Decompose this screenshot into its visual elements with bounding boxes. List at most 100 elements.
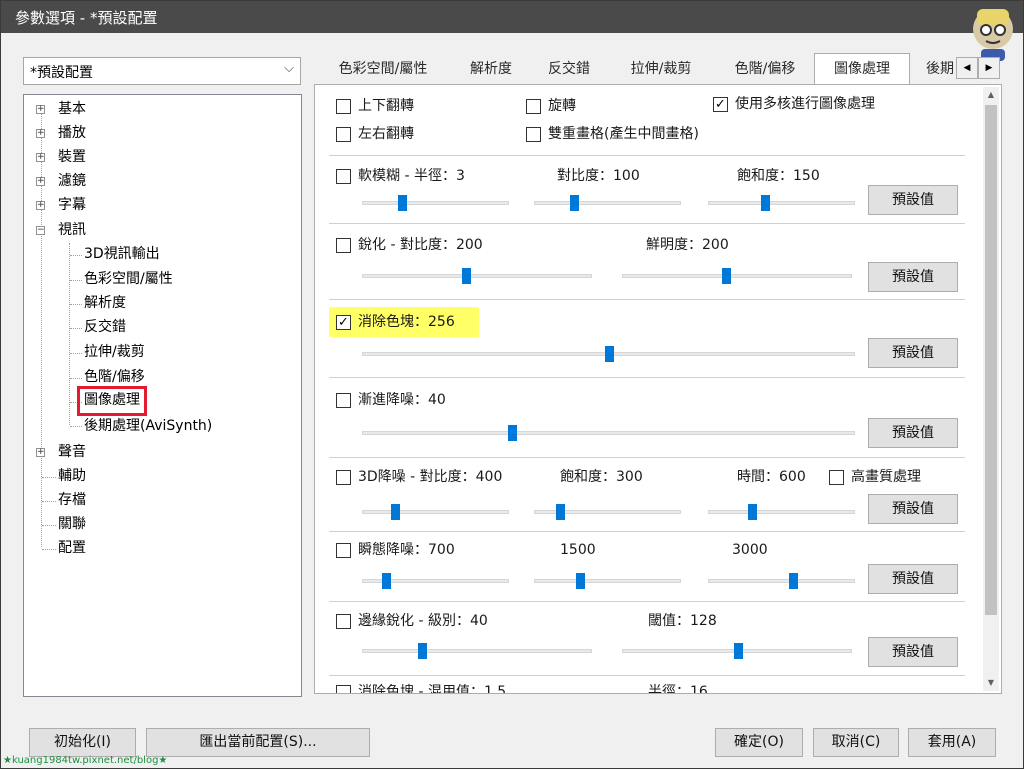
slider-thumb[interactable] (382, 573, 391, 589)
slider-thumb[interactable] (761, 195, 770, 211)
slider-thumb[interactable] (605, 346, 614, 362)
denoise-slider[interactable] (362, 425, 855, 441)
export-config-button[interactable]: 匯出當前配置(S)... (146, 728, 370, 757)
expand-icon[interactable]: + (36, 153, 45, 162)
sharpen-clarity-slider[interactable] (622, 268, 852, 284)
instant-default-button[interactable]: 預設值 (868, 564, 958, 594)
denoise-checkbox[interactable] (336, 393, 351, 408)
edge-checkbox[interactable] (336, 614, 351, 629)
panel-scrollbar[interactable]: ▲ ▼ (983, 87, 999, 691)
sharpen-checkbox[interactable] (336, 238, 351, 253)
tree-item-deinterlace[interactable]: 反交錯 (84, 316, 126, 340)
deblock-default-button[interactable]: 預設值 (868, 338, 958, 368)
tab-image-processing[interactable]: 圖像處理 (814, 53, 910, 85)
collapse-icon[interactable]: − (36, 226, 45, 235)
tab-levels[interactable]: 色階/偏移 (720, 57, 810, 84)
deblock-slider[interactable] (362, 346, 855, 362)
edge-level-slider[interactable] (362, 643, 592, 659)
expand-icon[interactable]: + (36, 129, 45, 138)
tree-item-3d-output[interactable]: 3D視訊輸出 (84, 243, 160, 267)
flip-h-label: 左右翻轉 (358, 126, 414, 142)
soften-checkbox[interactable] (336, 169, 351, 184)
sharpen-clarity-label: 鮮明度：200 (646, 237, 729, 253)
slider-thumb[interactable] (722, 268, 731, 284)
denoise3d-contrast-slider[interactable] (362, 504, 509, 520)
soften-radius-slider[interactable] (362, 195, 509, 211)
scroll-down-icon[interactable]: ▼ (983, 675, 999, 691)
slider-thumb[interactable] (576, 573, 585, 589)
denoise3d-saturation-slider[interactable] (534, 504, 681, 520)
reset-button[interactable]: 初始化(I) (29, 728, 136, 757)
double-frame-checkbox[interactable] (526, 127, 541, 142)
tree-item-levels[interactable]: 色階/偏移 (84, 366, 145, 390)
slider-thumb[interactable] (418, 643, 427, 659)
expand-icon[interactable]: + (36, 448, 45, 457)
tab-colorspace[interactable]: 色彩空間/屬性 (324, 57, 442, 84)
slider-thumb[interactable] (508, 425, 517, 441)
tree-item-resolution[interactable]: 解析度 (84, 292, 126, 316)
tab-left-icon[interactable]: ◀ (956, 57, 978, 79)
preferences-window: 參數選項 - *預設配置 *預設配置 ⌵ + 基本 + 播放 + 裝置 + 濾鏡 + 字幕… (0, 0, 1024, 769)
denoise3d-saturation-label: 飽和度：300 (560, 469, 643, 485)
instant-checkbox[interactable] (336, 543, 351, 558)
deblock-checkbox[interactable]: ✓ (336, 315, 351, 330)
soften-saturation-slider[interactable] (708, 195, 855, 211)
slider-thumb[interactable] (398, 195, 407, 211)
sharpen-contrast-slider[interactable] (362, 268, 592, 284)
edge-threshold-slider[interactable] (622, 643, 852, 659)
tree-item-stretch-crop[interactable]: 拉伸/裁剪 (84, 341, 145, 365)
scroll-up-icon[interactable]: ▲ (983, 87, 999, 103)
instant-slider-2[interactable] (534, 573, 681, 589)
preset-dropdown[interactable]: *預設配置 ⌵ (23, 57, 301, 85)
soften-contrast-slider[interactable] (534, 195, 681, 211)
denoise3d-default-button[interactable]: 預設值 (868, 494, 958, 524)
sharpen-default-button[interactable]: 預設值 (868, 262, 958, 292)
denoise3d-checkbox[interactable] (336, 470, 351, 485)
tab-right-icon[interactable]: ▶ (978, 57, 1000, 79)
slider-thumb[interactable] (734, 643, 743, 659)
tree-item-save[interactable]: 存檔 (58, 489, 86, 513)
edge-default-button[interactable]: 預設值 (868, 637, 958, 667)
tree-item-colorspace[interactable]: 色彩空間/屬性 (84, 268, 173, 292)
partial-radius-label: 半徑：16 (648, 684, 708, 694)
ok-button[interactable]: 確定(O) (715, 728, 803, 757)
flip-v-checkbox[interactable] (336, 99, 351, 114)
tree-item-config[interactable]: 配置 (58, 537, 86, 561)
apply-button[interactable]: 套用(A) (908, 728, 996, 757)
instant-slider-3[interactable] (708, 573, 855, 589)
denoise3d-label: 3D降噪 - 對比度：400 (358, 469, 503, 485)
flip-h-checkbox[interactable] (336, 127, 351, 142)
slider-thumb[interactable] (789, 573, 798, 589)
tree-item-image-processing[interactable]: 圖像處理 (77, 386, 147, 416)
denoise3d-time-slider[interactable] (708, 504, 855, 520)
deblock-label: 消除色塊：256 (358, 314, 455, 330)
tree-item-assist[interactable]: 輔助 (58, 465, 86, 489)
rotate-checkbox[interactable] (526, 99, 541, 114)
slider-thumb[interactable] (556, 504, 565, 520)
tree-item-postprocess[interactable]: 後期處理(AviSynth) (84, 415, 212, 439)
expand-icon[interactable]: + (36, 201, 45, 210)
title-bar: 參數選項 - *預設配置 (1, 1, 1023, 33)
tab-deinterlace[interactable]: 反交錯 (538, 57, 600, 84)
tree-item-association[interactable]: 關聯 (58, 513, 86, 537)
cancel-button[interactable]: 取消(C) (813, 728, 899, 757)
slider-thumb[interactable] (570, 195, 579, 211)
tab-resolution[interactable]: 解析度 (458, 57, 524, 84)
slider-thumb[interactable] (391, 504, 400, 520)
partial-label: 消除色塊 - 混用值：1.5 (358, 684, 507, 694)
chevron-down-icon: ⌵ (284, 61, 294, 76)
multicore-checkbox[interactable]: ✓ (713, 97, 728, 112)
instant-slider-1[interactable] (362, 573, 509, 589)
slider-thumb[interactable] (462, 268, 471, 284)
tab-stretch-crop[interactable]: 拉伸/裁剪 (616, 57, 706, 84)
partial-checkbox[interactable] (336, 685, 351, 693)
soften-default-button[interactable]: 預設值 (868, 185, 958, 215)
denoise-default-button[interactable]: 預設值 (868, 418, 958, 448)
expand-icon[interactable]: + (36, 105, 45, 114)
expand-icon[interactable]: + (36, 177, 45, 186)
slider-thumb[interactable] (748, 504, 757, 520)
scroll-thumb[interactable] (985, 105, 997, 615)
hq-checkbox[interactable] (829, 470, 844, 485)
settings-tree[interactable]: + 基本 + 播放 + 裝置 + 濾鏡 + 字幕 − 視訊 3D視訊輸出 色彩空間/屬性 解… (23, 94, 302, 697)
tab-postprocess[interactable]: 後期 (920, 57, 960, 84)
